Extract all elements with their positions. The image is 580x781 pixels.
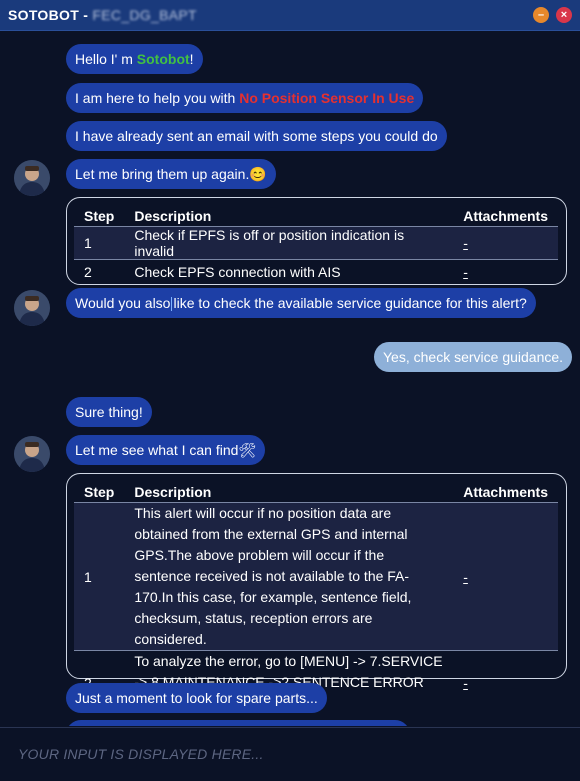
bot-message: Just a moment to look for spare parts...	[66, 683, 327, 713]
attachment-link[interactable]: -	[463, 264, 468, 280]
header-step: Step	[84, 484, 115, 500]
close-icon: ×	[560, 8, 568, 21]
bot-message: Let me see what I can find🛠	[66, 435, 266, 465]
message-text: Hello I' m	[75, 51, 137, 67]
bot-message: Would you also like to check the availabl…	[66, 288, 536, 318]
bot-avatar	[14, 290, 50, 326]
bot-message-partial	[66, 720, 410, 726]
message-text: Let me bring them up again.	[75, 166, 250, 182]
message-text: !	[189, 51, 194, 67]
step-description: This alert will occur if no position dat…	[124, 502, 454, 651]
step-number: 2	[74, 259, 125, 285]
header-description: Description	[134, 208, 212, 224]
window-titlebar: SOTOBOT - FEC_DG_BAPT – ×	[0, 0, 580, 31]
step-description: Check if EPFS is off or position indicat…	[124, 226, 454, 260]
minimize-button[interactable]: –	[533, 7, 549, 23]
bot-avatar-image	[14, 160, 50, 196]
window-title: SOTOBOT - FEC_DG_BAPT	[8, 7, 197, 23]
message-text: I am here to help you with	[75, 90, 240, 106]
steps-table-card: Step Description Attachments 1 Check if …	[66, 197, 567, 285]
message-text: Yes, check service guidance.	[383, 349, 564, 365]
close-button[interactable]: ×	[556, 7, 572, 23]
steps-table: Step Description Attachments 1 Check if …	[74, 206, 558, 285]
service-guidance-table: Step Description Attachments 1 This aler…	[74, 482, 558, 714]
attachment-link[interactable]: -	[463, 569, 468, 585]
app-name: SOTOBOT -	[8, 7, 93, 23]
step-number: 1	[74, 502, 125, 651]
header-attachments: Attachments	[463, 484, 548, 500]
window-subtitle: FEC_DG_BAPT	[92, 7, 197, 23]
bot-message: I have already sent an email with some s…	[66, 121, 447, 151]
chat-input-placeholder[interactable]: YOUR INPUT IS DISPLAYED HERE...	[18, 746, 264, 762]
table-row: 1 This alert will occur if no position d…	[74, 502, 558, 651]
bot-message: Let me bring them up again.😊	[66, 159, 276, 189]
chat-input-bar[interactable]: YOUR INPUT IS DISPLAYED HERE...	[0, 727, 580, 781]
header-attachments: Attachments	[463, 208, 548, 224]
message-text: Would you also	[75, 295, 171, 311]
step-description: Check EPFS connection with AIS	[124, 259, 454, 285]
bot-avatar	[14, 160, 50, 196]
bot-message: Sure thing!	[66, 397, 152, 427]
bot-avatar-image	[14, 436, 50, 472]
tools-emoji-icon: 🛠	[238, 442, 257, 458]
service-guidance-table-card: Step Description Attachments 1 This aler…	[66, 473, 567, 714]
bot-message: Hello I' m Sotobot!	[66, 44, 203, 74]
message-text: Just a moment to look for spare parts...	[75, 690, 318, 706]
table-row: 1 Check if EPFS is off or position indic…	[74, 226, 558, 260]
message-text: Let me see what I can find	[75, 442, 239, 458]
header-step: Step	[84, 208, 115, 224]
message-text: like to check the available service guid…	[173, 295, 527, 311]
step-number: 1	[74, 226, 125, 260]
attachment-link[interactable]: -	[463, 235, 468, 251]
table-row: 2 Check EPFS connection with AIS -	[74, 259, 558, 285]
bot-avatar	[14, 436, 50, 472]
smile-emoji-icon: 😊	[249, 166, 267, 182]
user-message: Yes, check service guidance.	[374, 342, 573, 372]
attachment-link[interactable]: -	[463, 675, 468, 691]
alert-name-highlight: No Position Sensor In Use	[239, 90, 415, 106]
bot-message: I am here to help you with No Position S…	[66, 83, 424, 113]
chat-history[interactable]: Hello I' m Sotobot! I am here to help yo…	[0, 31, 580, 726]
bot-avatar-image	[14, 290, 50, 326]
minimize-icon: –	[537, 8, 545, 21]
header-description: Description	[134, 484, 212, 500]
message-text: I have already sent an email with some s…	[75, 128, 438, 144]
bot-name-highlight: Sotobot	[136, 51, 190, 67]
message-text: Sure thing!	[75, 404, 143, 420]
